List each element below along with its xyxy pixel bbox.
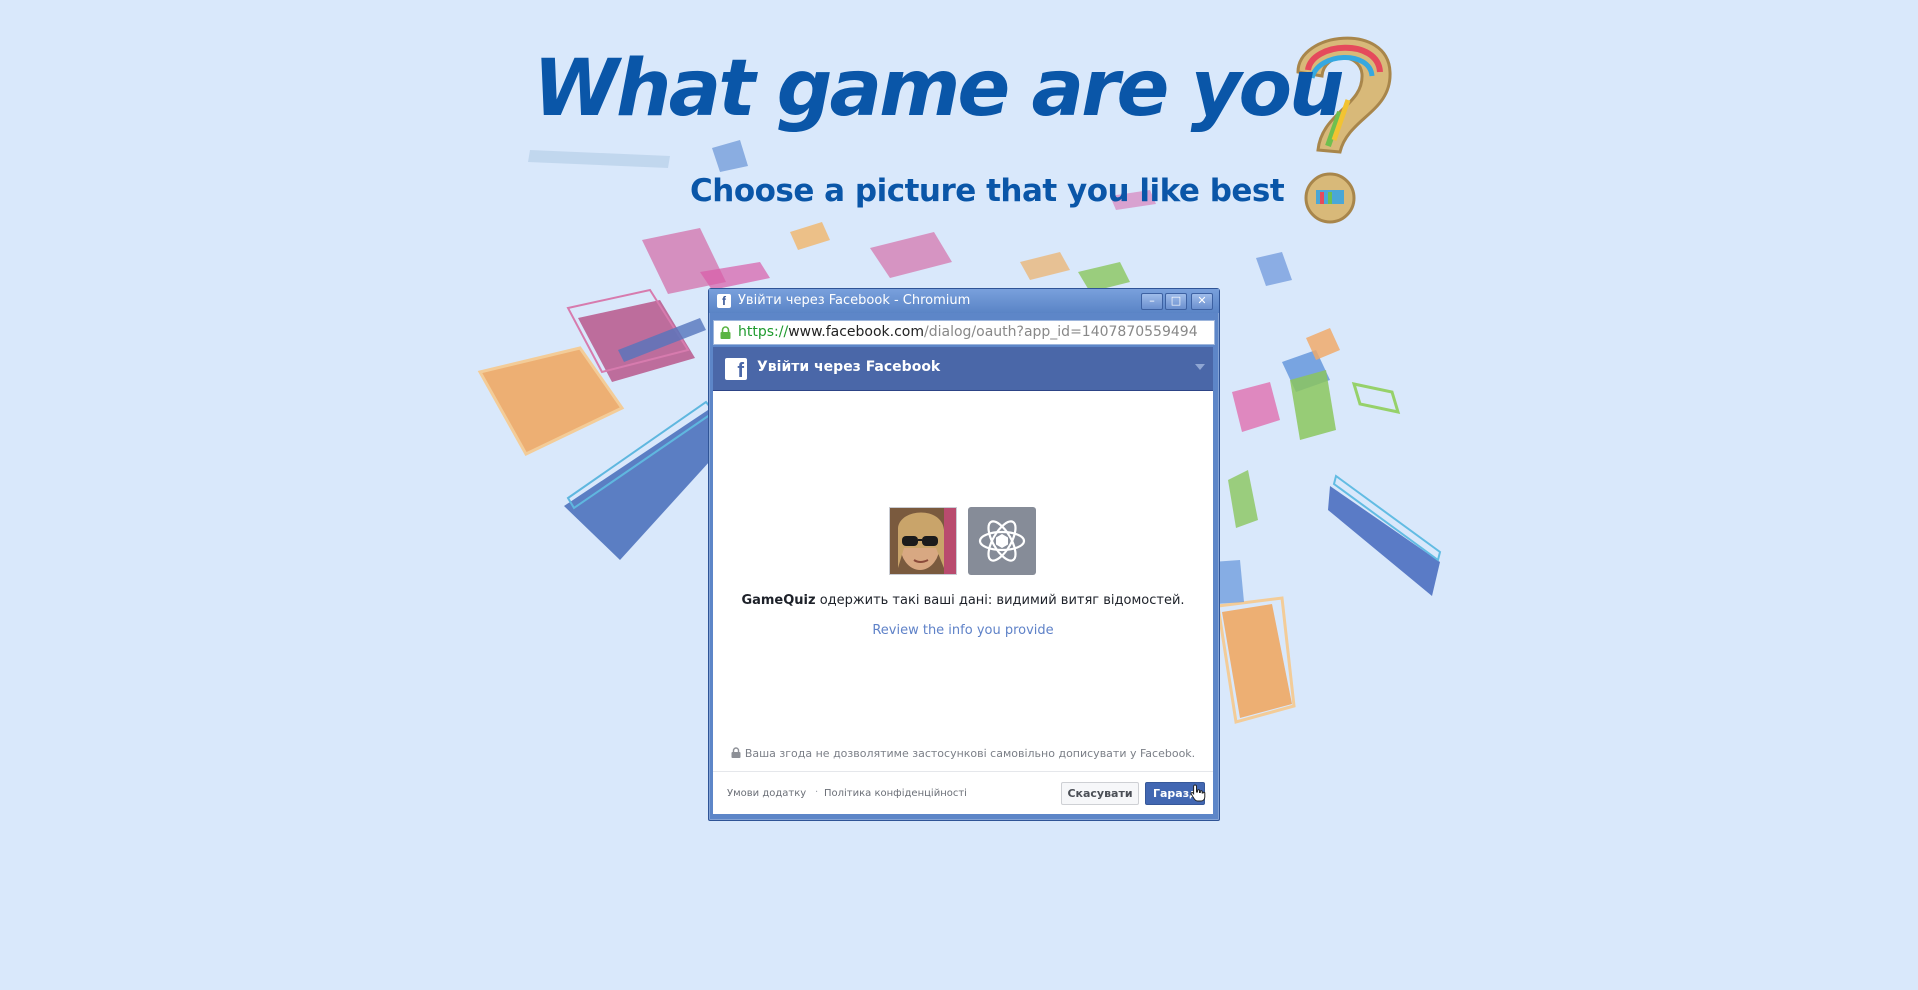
- lock-icon: [731, 747, 741, 758]
- user-photo-image: [890, 508, 956, 574]
- facebook-logo-icon: f: [725, 358, 747, 380]
- url-path: /dialog/oauth?app_id=1407870559494: [924, 324, 1198, 340]
- oauth-dialog: f Увійти через Facebook GameQuiz одержит…: [713, 347, 1213, 814]
- address-bar[interactable]: https://www.facebook.com/dialog/oauth?ap…: [713, 320, 1215, 345]
- cancel-button[interactable]: Скасувати: [1061, 782, 1139, 805]
- review-info-link[interactable]: Review the info you provide: [713, 623, 1213, 638]
- dialog-header-title: Увійти через Facebook: [757, 359, 941, 375]
- dialog-footer: Умови додатку · Політика конфіденційност…: [713, 771, 1213, 814]
- login-popup-window: f Увійти через Facebook - Chromium – □ ✕…: [708, 288, 1220, 821]
- atom-icon: [978, 520, 1026, 562]
- footer-separator: ·: [815, 787, 819, 798]
- app-name: GameQuiz: [741, 593, 816, 608]
- maximize-button[interactable]: □: [1165, 293, 1187, 310]
- address-url: https://www.facebook.com/dialog/oauth?ap…: [738, 321, 1198, 344]
- chevron-down-icon[interactable]: [1195, 364, 1205, 370]
- permission-description: одержить такі ваші дані: видимий витяг в…: [815, 593, 1185, 608]
- app-terms-link[interactable]: Умови додатку: [727, 788, 806, 799]
- close-button[interactable]: ✕: [1191, 293, 1213, 310]
- posting-notice: Ваша згода не дозволятиме застосункові с…: [713, 747, 1213, 760]
- privacy-policy-link[interactable]: Політика конфіденційності: [824, 788, 967, 799]
- minimize-button[interactable]: –: [1141, 293, 1163, 310]
- page-title: What game are you: [533, 44, 1345, 134]
- url-scheme: https://: [738, 324, 789, 340]
- dialog-header: f Увійти через Facebook: [713, 347, 1213, 391]
- url-host: www.facebook.com: [788, 324, 924, 340]
- permission-text: GameQuiz одержить такі ваші дані: видими…: [713, 593, 1213, 608]
- app-avatar: [968, 507, 1036, 575]
- facebook-favicon-icon: f: [717, 294, 731, 308]
- hand-pointer-cursor-icon: [1190, 784, 1206, 802]
- window-title: Увійти через Facebook - Chromium: [738, 293, 971, 308]
- window-titlebar[interactable]: f Увійти через Facebook - Chromium – □ ✕: [709, 289, 1219, 313]
- notice-text: Ваша згода не дозволятиме застосункові с…: [744, 747, 1196, 760]
- secure-lock-icon: [720, 326, 731, 339]
- user-avatar: [889, 507, 957, 575]
- page-subtitle: Choose a picture that you like best: [690, 173, 1285, 209]
